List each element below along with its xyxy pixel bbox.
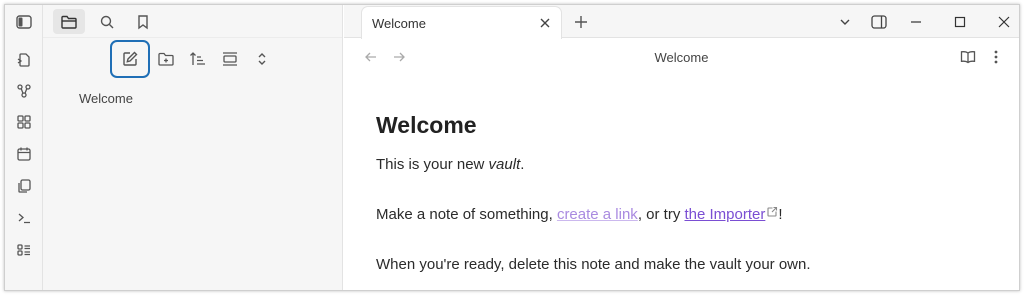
reading-view-icon[interactable] [957,46,979,68]
templates-icon[interactable] [11,173,37,199]
new-folder-icon[interactable] [152,45,180,73]
bases-icon[interactable] [11,237,37,263]
expand-icon[interactable] [248,45,276,73]
ribbon [5,5,43,290]
external-link-icon [766,206,778,218]
main-area: Welcome Welcome Welcome This is your new… [344,5,1019,290]
sidebar-tab-bar [43,5,342,38]
command-palette-icon[interactable] [11,205,37,231]
view-title[interactable]: Welcome [344,50,1019,65]
sidebar-toggle-icon[interactable] [11,9,37,35]
window-close-icon[interactable] [989,9,1019,35]
new-note-icon[interactable] [110,40,150,78]
plus-icon[interactable] [570,11,592,33]
canvas-icon[interactable] [11,109,37,135]
maximize-icon[interactable] [945,9,975,35]
note-paragraph-2: Make a note of something, create a link,… [376,206,783,223]
app-window: Welcome Welcome Welcome Welcome This is … [4,4,1020,291]
note-content: Welcome This is your new vault. Make a n… [376,111,996,273]
graph-icon[interactable] [11,78,37,104]
left-sidebar: Welcome [43,5,343,290]
note-paragraph-1: This is your new vault. [376,156,525,173]
internal-link[interactable]: create a link [557,206,638,223]
tab-bar: Welcome [344,5,1019,39]
sort-icon[interactable] [184,45,212,73]
right-sidebar-toggle-icon[interactable] [864,9,894,35]
bookmark-icon[interactable] [127,9,159,34]
search-icon[interactable] [91,9,123,34]
more-options-icon[interactable] [985,46,1007,68]
close-icon[interactable] [537,15,553,31]
chevron-down-icon[interactable] [830,9,860,35]
folder-icon[interactable] [53,9,85,34]
tab-title: Welcome [372,16,426,31]
note-heading: Welcome [376,112,477,138]
calendar-icon[interactable] [11,141,37,167]
minimize-icon[interactable] [901,9,931,35]
switcher-icon[interactable] [11,47,37,73]
note-paragraph-3: When you're ready, delete this note and … [376,256,811,273]
collapse-all-icon[interactable] [216,45,244,73]
tab-welcome[interactable]: Welcome [361,6,562,39]
external-link[interactable]: the Importer [684,206,765,223]
file-tree-item[interactable]: Welcome [79,89,133,108]
view-header: Welcome [344,38,1019,78]
